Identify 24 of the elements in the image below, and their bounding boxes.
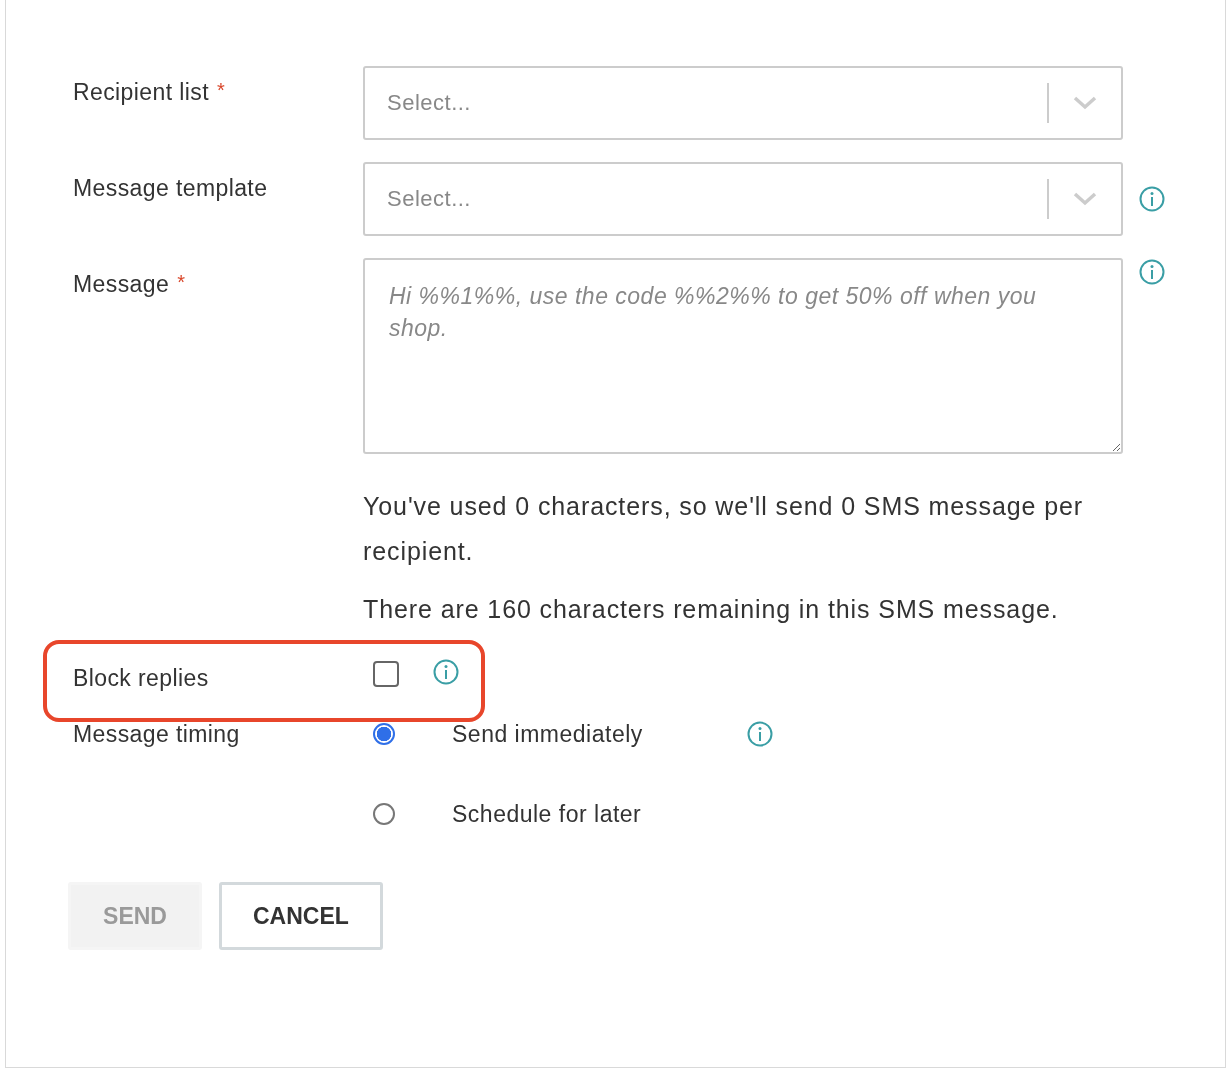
chevron-down-icon bbox=[1073, 192, 1097, 206]
required-mark: * bbox=[177, 271, 186, 293]
select-field[interactable]: Select... bbox=[363, 162, 1123, 236]
radio-button[interactable] bbox=[373, 803, 395, 825]
help-text: You've used 0 characters, so we'll send 0 SMS message per recipient. bbox=[363, 491, 1084, 567]
field-label: Block replies bbox=[73, 664, 210, 692]
label-text: Recipient list bbox=[73, 79, 209, 105]
radio-label: Send immediately bbox=[452, 720, 644, 748]
field-label: Message timing bbox=[73, 720, 241, 749]
info-icon[interactable] bbox=[433, 659, 459, 685]
radio-label: Schedule for later bbox=[452, 800, 643, 828]
info-icon[interactable] bbox=[1139, 186, 1165, 212]
select-field[interactable]: Select... bbox=[363, 66, 1123, 140]
cancel-button[interactable]: CANCEL bbox=[219, 882, 383, 950]
message-field[interactable]: Hi %%1%%, use the code %%2%% to get 50% off when you shop. bbox=[363, 258, 1123, 454]
info-icon[interactable] bbox=[1139, 259, 1165, 285]
label-text: Message template bbox=[73, 175, 268, 201]
info-icon[interactable] bbox=[747, 721, 773, 747]
chevron-down-icon bbox=[1073, 96, 1097, 110]
label-text: Message bbox=[73, 271, 170, 297]
help-text: There are 160 characters remaining in this SMS message. bbox=[363, 594, 1060, 625]
checkbox[interactable] bbox=[373, 661, 399, 687]
radio-button[interactable] bbox=[373, 723, 395, 745]
required-mark: * bbox=[217, 79, 226, 101]
